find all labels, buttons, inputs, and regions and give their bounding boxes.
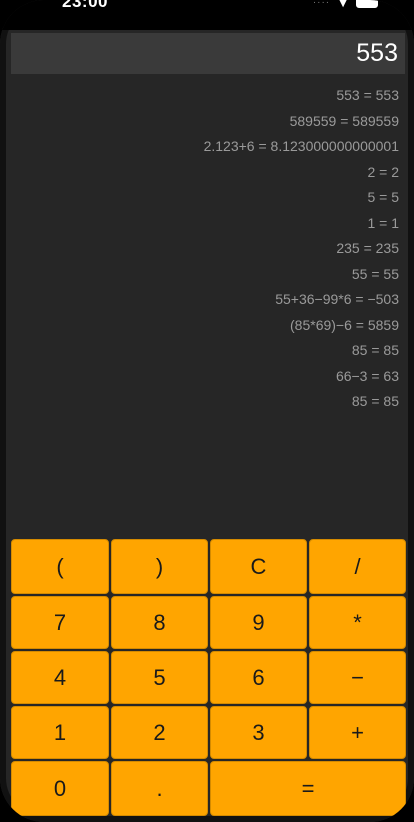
history-item[interactable]: 553 = 553 <box>11 83 405 109</box>
digit-5-button[interactable]: 5 <box>111 651 208 704</box>
add-button[interactable]: + <box>309 706 406 759</box>
history-item[interactable]: 55 = 55 <box>11 262 405 288</box>
multiply-button[interactable]: * <box>309 596 406 649</box>
status-icons: ···· ▼ <box>313 0 378 10</box>
history-item[interactable]: 5 = 5 <box>11 185 405 211</box>
digit-1-button[interactable]: 1 <box>11 706 109 759</box>
history-item[interactable]: 85 = 85 <box>11 338 405 364</box>
digit-2-button[interactable]: 2 <box>111 706 208 759</box>
subtract-button[interactable]: − <box>309 651 406 704</box>
digit-7-button[interactable]: 7 <box>11 596 109 649</box>
history-item[interactable]: 85 = 85 <box>11 389 405 415</box>
digit-0-button[interactable]: 0 <box>11 761 109 816</box>
divide-button[interactable]: / <box>309 539 406 594</box>
history-item[interactable]: 2 = 2 <box>11 160 405 186</box>
clear-button[interactable]: C <box>210 539 307 594</box>
status-time: 23:00 <box>62 0 108 11</box>
digit-8-button[interactable]: 8 <box>111 596 208 649</box>
history-item[interactable]: 1 = 1 <box>11 211 405 237</box>
history-list: 553 = 553 589559 = 589559 2.123+6 = 8.12… <box>11 83 405 415</box>
battery-icon <box>356 0 378 8</box>
equals-button[interactable]: = <box>210 761 406 816</box>
digit-4-button[interactable]: 4 <box>11 651 109 704</box>
history-item[interactable]: 55+36−99*6 = −503 <box>11 287 405 313</box>
decimal-button[interactable]: . <box>111 761 208 816</box>
history-item[interactable]: 589559 = 589559 <box>11 109 405 135</box>
display-value: 553 <box>356 39 398 67</box>
history-item[interactable]: (85*69)−6 = 5859 <box>11 313 405 339</box>
calculator-screen: 23:00 ···· ▼ 553 553 = 553 589559 = 5895… <box>0 0 414 822</box>
cellular-signal-icon: ···· <box>312 0 331 8</box>
history-item[interactable]: 2.123+6 = 8.123000000000001 <box>11 134 405 160</box>
result-display: 553 <box>11 33 405 74</box>
open-paren-button[interactable]: ( <box>11 539 109 594</box>
history-item[interactable]: 235 = 235 <box>11 236 405 262</box>
digit-3-button[interactable]: 3 <box>210 706 307 759</box>
close-paren-button[interactable]: ) <box>111 539 208 594</box>
wifi-icon: ▼ <box>336 0 350 10</box>
digit-9-button[interactable]: 9 <box>210 596 307 649</box>
digit-6-button[interactable]: 6 <box>210 651 307 704</box>
status-bar: 23:00 ···· ▼ <box>0 0 414 30</box>
history-item[interactable]: 66−3 = 63 <box>11 364 405 390</box>
